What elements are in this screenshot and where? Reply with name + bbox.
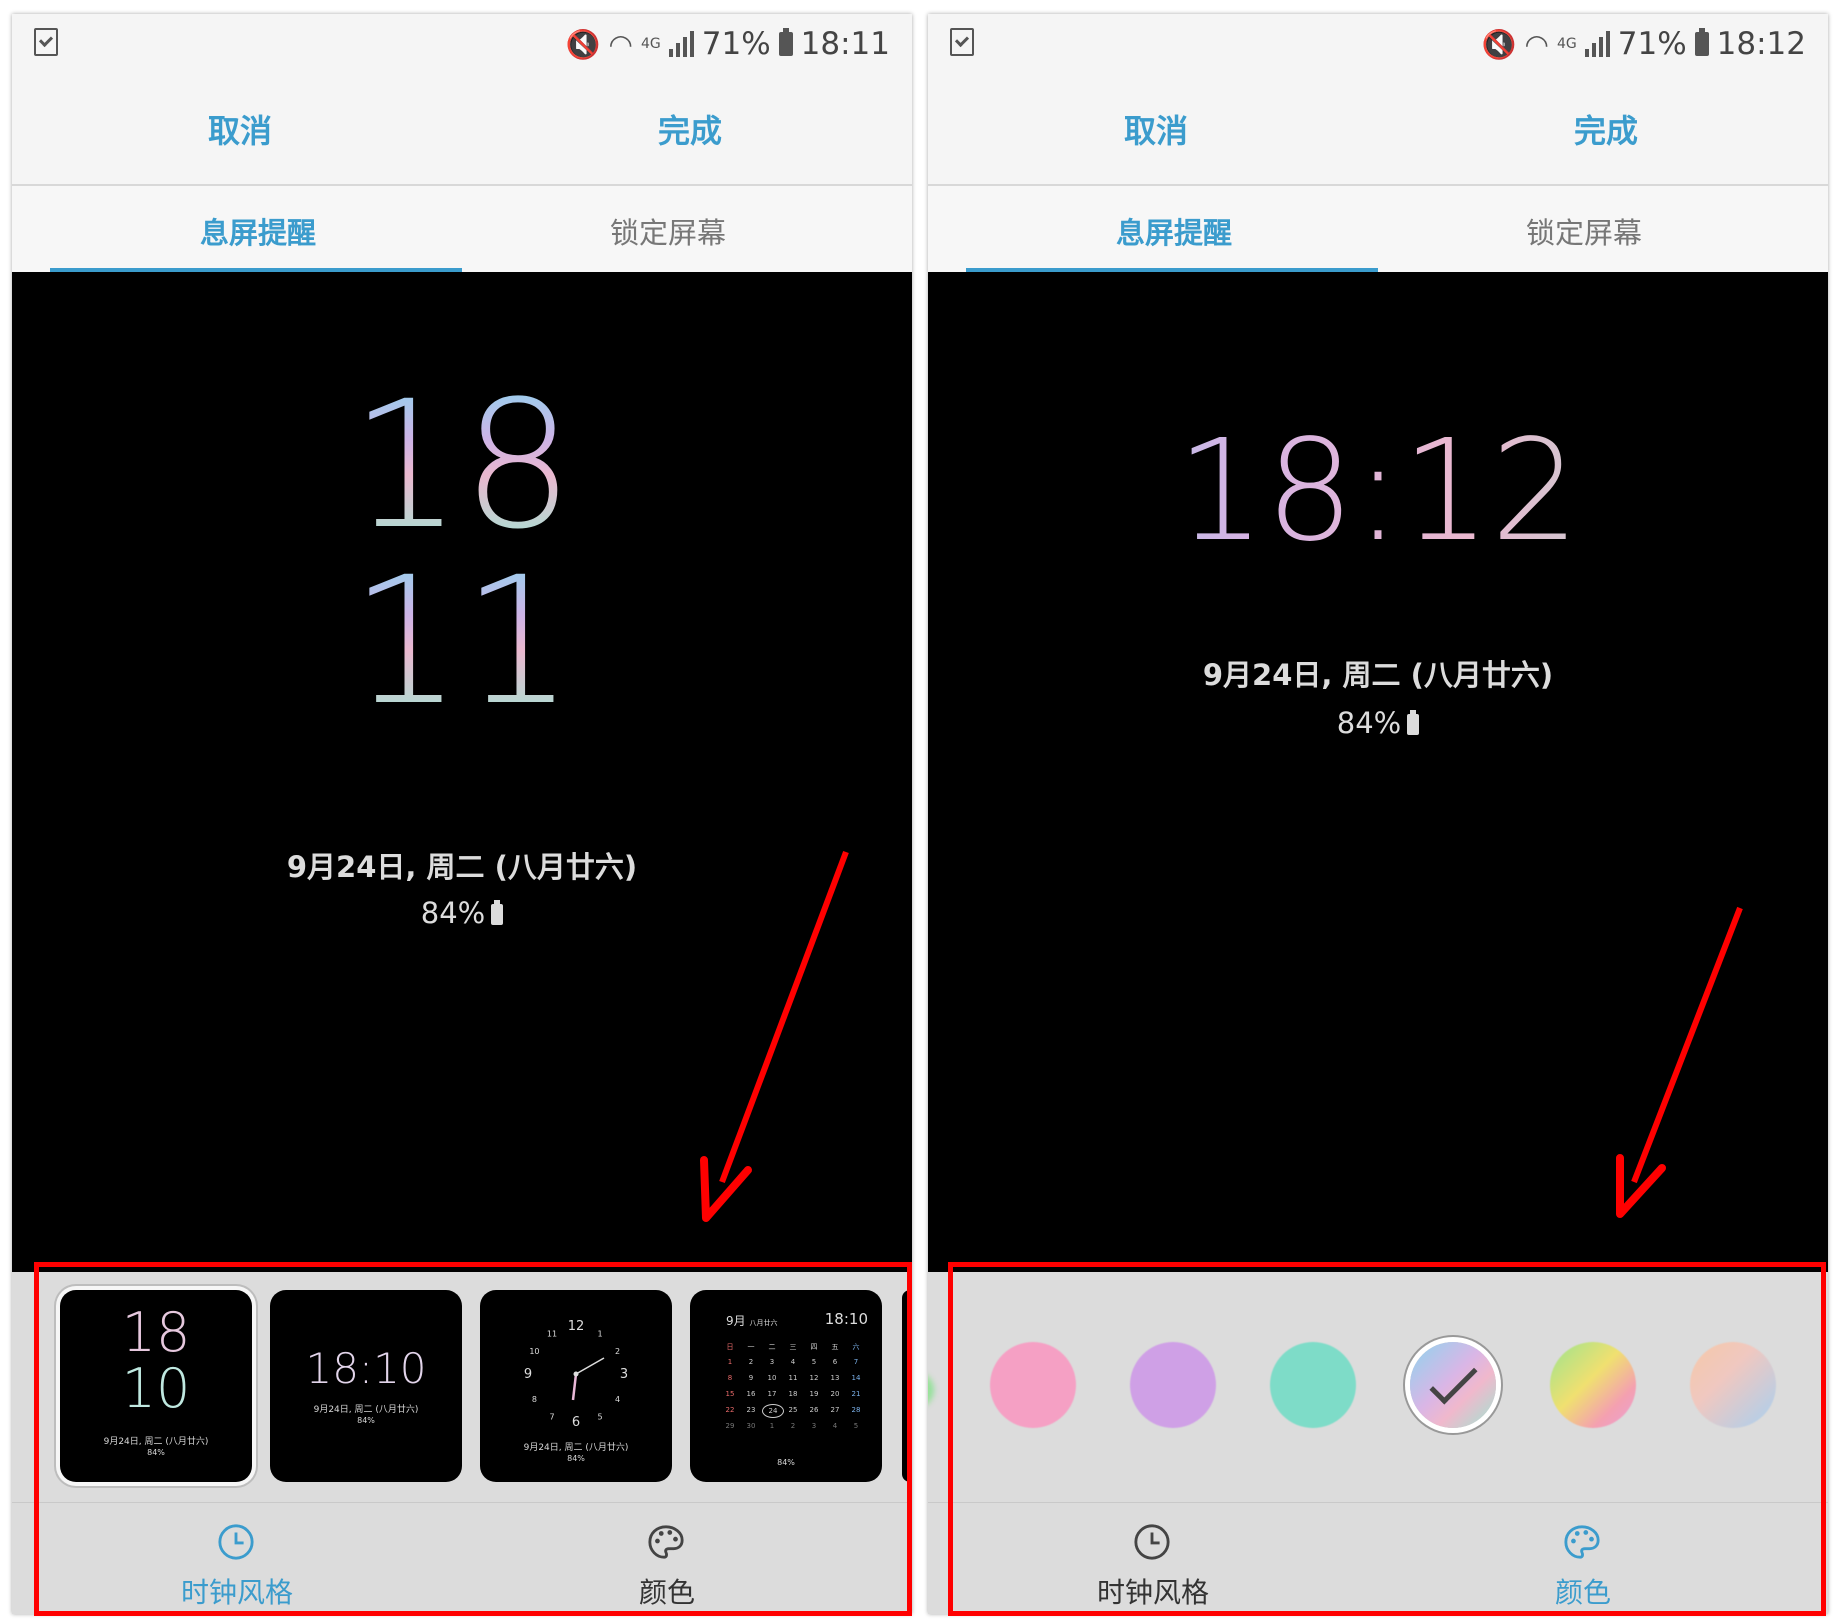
annotation-arrow-right [1631,906,1743,1184]
annotation-arrows [700,850,1743,1222]
annotation-arrow-left [719,850,849,1184]
screenshot-frame: 🔇 ◠ 4G 71% 18:11 取消 完成 息屏提醒 锁定屏幕 18 11 9… [0,0,1840,1624]
